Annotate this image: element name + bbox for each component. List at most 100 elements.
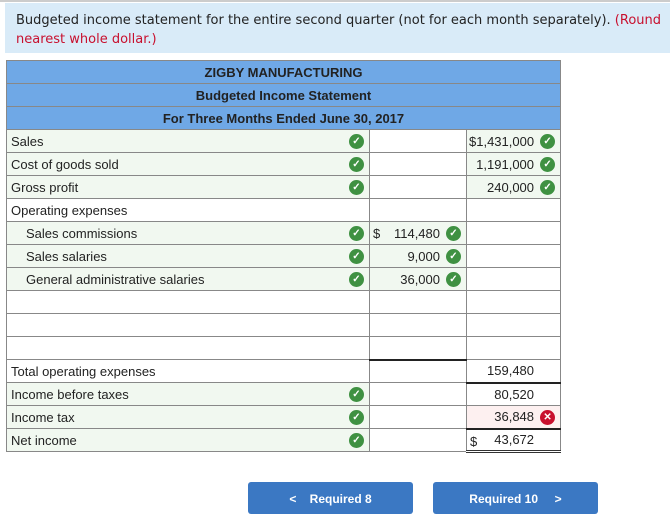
correct-check-icon: ✓	[349, 226, 364, 241]
statement-row: Sales ✓ $1,431,000 ✓	[6, 129, 562, 153]
total-amount-cell-value: 1,191,000	[476, 156, 535, 172]
correct-check-icon: ✓	[540, 134, 556, 149]
statement-row: Sales commissions ✓ $114,480 ✓	[6, 221, 562, 245]
prev-required-button[interactable]: < Required 8	[248, 482, 413, 514]
mid-amount-cell[interactable]	[369, 405, 467, 429]
mid-amount-cell-value: 9,000	[407, 248, 440, 264]
statement-row: Gross profit ✓ 240,000 ✓	[6, 175, 562, 199]
row-label-cell-value: Total operating expenses	[11, 363, 156, 379]
instructions-text: Budgeted income statement for the entire…	[16, 13, 611, 28]
row-label-cell[interactable]: Operating expenses	[6, 198, 370, 222]
mid-amount-cell[interactable]: 9,000 ✓	[369, 244, 467, 268]
row-label-cell-value: Sales commissions	[26, 225, 138, 241]
row-label-cell-value: Gross profit	[11, 179, 79, 195]
total-amount-cell[interactable]: 36,848 ✕	[465, 405, 562, 429]
correct-check-icon: ✓	[349, 157, 364, 172]
total-amount-cell[interactable]: 240,000 ✓	[465, 175, 562, 199]
statement-row: Net income ✓ $43,672	[6, 427, 562, 453]
total-amount-cell-value: 36,848	[494, 409, 535, 425]
total-amount-cell[interactable]	[465, 221, 562, 245]
statement-row: General administrative salaries ✓ 36,000 ✓	[6, 267, 562, 291]
correct-check-icon: ✓	[349, 134, 364, 149]
prev-label: Required 8	[309, 492, 372, 506]
statement-row: Cost of goods sold ✓ 1,191,000 ✓	[6, 152, 562, 176]
chevron-right-icon: >	[554, 492, 562, 506]
total-amount-cell[interactable]: 80,520	[465, 381, 562, 406]
dollar-sign: $	[373, 226, 381, 241]
total-amount-cell[interactable]	[465, 267, 562, 291]
row-label-cell[interactable]	[6, 313, 370, 337]
row-label-cell-value: Income before taxes	[11, 386, 129, 402]
correct-check-icon: ✓	[540, 157, 556, 172]
top-divider	[0, 0, 670, 2]
next-label: Required 10	[469, 492, 538, 506]
row-label-cell[interactable]: Sales ✓	[6, 129, 370, 153]
round-note: (Round	[614, 13, 662, 28]
statement-row	[6, 290, 562, 314]
total-amount-cell[interactable]	[465, 244, 562, 268]
row-label-cell-value: Operating expenses	[11, 202, 128, 218]
row-label-cell[interactable]: Net income ✓	[6, 428, 370, 452]
row-label-cell-value: Sales	[11, 133, 44, 149]
statement-row: Total operating expenses 159,480	[6, 358, 562, 383]
income-statement-table: ZIGBY MANUFACTURING Budgeted Income Stat…	[5, 60, 562, 453]
mid-amount-cell[interactable]	[369, 382, 467, 406]
total-amount-cell-value: 240,000	[487, 179, 535, 195]
correct-check-icon: ✓	[446, 249, 461, 264]
total-amount-cell[interactable]	[465, 290, 562, 314]
row-label-cell[interactable]: Sales commissions ✓	[6, 221, 370, 245]
row-label-cell-value: Income tax	[11, 409, 75, 425]
dollar-sign: $	[470, 433, 478, 449]
mid-amount-cell-value: 36,000	[400, 271, 440, 287]
statement-row	[6, 336, 562, 360]
mid-amount-cell[interactable]	[369, 313, 467, 337]
mid-amount-cell[interactable]	[369, 175, 467, 199]
row-label-cell-value: Cost of goods sold	[11, 156, 119, 172]
row-label-cell-value: Net income	[11, 432, 77, 448]
row-label-cell[interactable]: Sales salaries ✓	[6, 244, 370, 268]
mid-amount-cell[interactable]: $114,480 ✓	[369, 221, 467, 245]
mid-amount-cell[interactable]: 36,000 ✓	[369, 267, 467, 291]
total-amount-cell-value: 43,672	[494, 432, 535, 448]
row-label-cell[interactable]: Gross profit ✓	[6, 175, 370, 199]
total-amount-cell-value: 159,480	[487, 363, 535, 379]
total-amount-cell[interactable]: 1,191,000 ✓	[465, 152, 562, 176]
total-amount-cell[interactable]: $1,431,000 ✓	[465, 129, 562, 153]
mid-amount-cell[interactable]	[369, 129, 467, 153]
total-amount-cell[interactable]	[465, 336, 562, 360]
total-amount-cell-value: $1,431,000	[469, 133, 535, 149]
total-amount-cell-value: 80,520	[494, 386, 535, 402]
instructions-banner: Budgeted income statement for the entire…	[5, 3, 670, 53]
row-label-cell[interactable]: Income before taxes ✓	[6, 382, 370, 406]
row-label-cell[interactable]	[6, 290, 370, 314]
chevron-left-icon: <	[289, 492, 297, 506]
total-amount-cell[interactable]	[465, 313, 562, 337]
correct-check-icon: ✓	[446, 226, 461, 241]
mid-amount-cell[interactable]	[369, 290, 467, 314]
statement-period: For Three Months Ended June 30, 2017	[5, 106, 562, 130]
total-amount-cell[interactable]: $43,672	[465, 427, 562, 453]
next-required-button[interactable]: Required 10 >	[433, 482, 598, 514]
statement-row	[6, 313, 562, 337]
correct-check-icon: ✓	[349, 180, 364, 195]
row-label-cell[interactable]: Cost of goods sold ✓	[6, 152, 370, 176]
mid-amount-cell[interactable]	[369, 198, 467, 222]
mid-amount-cell[interactable]	[369, 428, 467, 452]
statement-row: Operating expenses	[6, 198, 562, 222]
correct-check-icon: ✓	[349, 410, 364, 425]
total-amount-cell[interactable]	[465, 198, 562, 222]
mid-amount-cell[interactable]	[369, 336, 467, 360]
statement-row: Income tax ✓ 36,848 ✕	[6, 405, 562, 429]
company-name: ZIGBY MANUFACTURING	[5, 60, 562, 84]
row-label-cell[interactable]	[6, 336, 370, 360]
mid-amount-cell[interactable]	[369, 358, 467, 383]
incorrect-x-icon: ✕	[540, 410, 556, 425]
correct-check-icon: ✓	[349, 249, 364, 264]
correct-check-icon: ✓	[349, 433, 364, 448]
row-label-cell[interactable]: General administrative salaries ✓	[6, 267, 370, 291]
correct-check-icon: ✓	[349, 272, 364, 287]
row-label-cell[interactable]: Income tax ✓	[6, 405, 370, 429]
mid-amount-cell[interactable]	[369, 152, 467, 176]
row-label-cell[interactable]: Total operating expenses	[6, 359, 370, 383]
total-amount-cell[interactable]: 159,480	[465, 359, 562, 383]
